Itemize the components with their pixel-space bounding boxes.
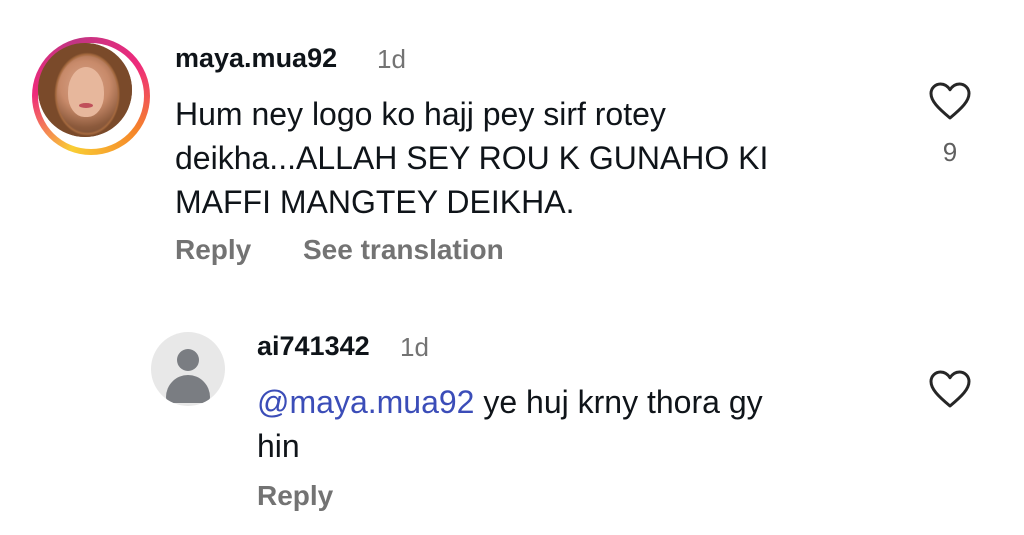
avatar (38, 43, 132, 137)
comment-username[interactable]: ai741342 (257, 331, 370, 362)
comment-timestamp: 1d (377, 44, 406, 74)
person-silhouette-icon (177, 349, 199, 371)
like-count: 9 (942, 137, 958, 167)
comment-text: Hum ney logo ko hajj pey sirf rotey deik… (175, 96, 769, 220)
avatar-story-ring[interactable] (32, 37, 150, 155)
mention-link[interactable]: @maya.mua92 (257, 384, 474, 420)
comment-timestamp: 1d (400, 332, 429, 362)
comment: maya.mua92 1d Hum ney logo ko hajj pey s… (0, 0, 1024, 300)
comment-text: @maya.mua92 ye huj krny thora gy hin (257, 384, 763, 464)
reply-comment: ai741342 1d @maya.mua92 ye huj krny thor… (0, 300, 1024, 535)
heart-outline-icon[interactable] (928, 369, 972, 409)
comment-username[interactable]: maya.mua92 (175, 43, 337, 74)
comments-page: maya.mua92 1d Hum ney logo ko hajj pey s… (0, 0, 1024, 535)
see-translation-button[interactable]: See translation (303, 234, 504, 266)
avatar[interactable] (151, 332, 225, 406)
reply-button[interactable]: Reply (257, 480, 333, 512)
reply-button[interactable]: Reply (175, 234, 251, 266)
heart-outline-icon[interactable] (928, 81, 972, 121)
